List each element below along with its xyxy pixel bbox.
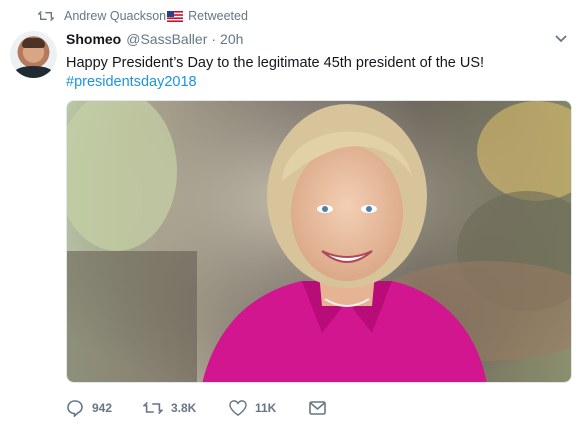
tweet-body: Happy President’s Day to the legitimate … [66, 55, 485, 71]
like-count: 11K [255, 401, 277, 415]
reply-icon [67, 400, 83, 417]
retweet-attribution: Andrew Quackson Retweeted [38, 7, 248, 25]
envelope-icon [309, 401, 326, 415]
retweeted-label: Retweeted [188, 9, 248, 23]
display-name[interactable]: Shomeo [66, 31, 121, 47]
avatar-shirt [14, 66, 53, 78]
tweet-header: Shomeo @SassBaller · 20h [66, 31, 243, 47]
hashtag-link[interactable]: #presidentsday2018 [66, 73, 571, 92]
separator-dot: · [211, 31, 217, 47]
retweeter-name[interactable]: Andrew Quackson [64, 9, 166, 23]
user-handle[interactable]: @SassBaller [126, 31, 207, 47]
direct-message-button[interactable] [309, 401, 326, 415]
reply-button[interactable]: 942 [66, 399, 143, 417]
retweet-icon [38, 10, 54, 22]
tweet-text: Happy President’s Day to the legitimate … [66, 54, 571, 92]
retweet-count: 3.8K [171, 401, 197, 415]
tweet-actions: 942 3.8K 11K [66, 398, 326, 418]
avatar-hair [22, 38, 45, 48]
chevron-down-icon[interactable] [554, 32, 568, 46]
photo-illustration [67, 101, 571, 382]
heart-icon [229, 400, 247, 416]
us-flag-icon [167, 10, 184, 22]
retweet-icon [143, 401, 163, 415]
tweet-photo[interactable] [66, 100, 572, 383]
retweet-button[interactable]: 3.8K [143, 400, 229, 416]
timestamp[interactable]: 20h [220, 31, 243, 47]
reply-count: 942 [92, 401, 113, 415]
avatar[interactable] [10, 31, 57, 78]
like-button[interactable]: 11K [229, 400, 309, 416]
